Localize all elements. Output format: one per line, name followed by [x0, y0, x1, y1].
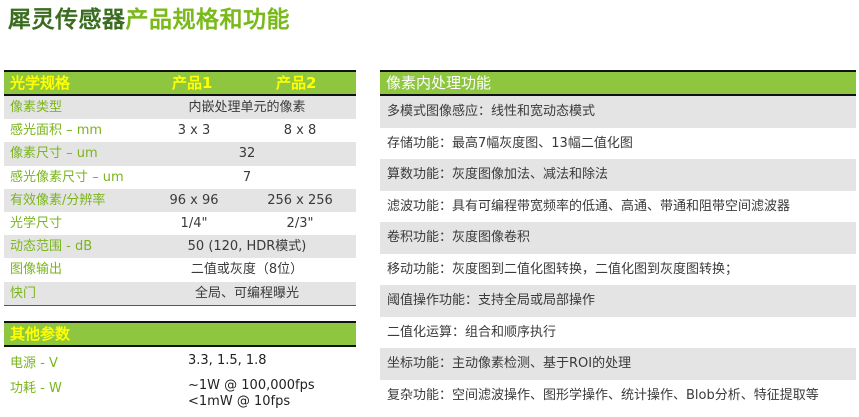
- spec-label: 动态范围 - dB: [10, 239, 93, 255]
- function-item: 存储功能：最高7幅灰度图、13幅二值化图: [387, 135, 633, 151]
- spec-row-photosensitive-size: 感光像素尺寸 – um 7: [4, 166, 356, 189]
- function-item: 二值化运算：组合和顺序执行: [387, 324, 557, 340]
- spec-label: 像素类型: [10, 100, 63, 115]
- function-item: 复杂功能：空间滤波操作、图形学操作、统计操作、Blob分析、特征提取等: [387, 387, 819, 403]
- spec-value-product2: 256 x 256: [267, 192, 333, 208]
- spec-value-product1: 3 x 3: [177, 123, 211, 139]
- spec-value-product1: 1/4": [180, 215, 208, 231]
- function-item: 阈值操作功能：支持全局或局部操作: [380, 285, 856, 317]
- spec-value-product2: 8 x 8: [283, 123, 317, 139]
- param-value: 3.3, 1.5, 1.8: [188, 353, 267, 368]
- spec-label: 有效像素/分辨率: [10, 192, 106, 208]
- spec-label: 感光面积 – mm: [10, 123, 103, 139]
- spec-row-pixel-type: 像素类型 内嵌处理单元的像素: [4, 96, 356, 120]
- function-item: 算数功能：灰度图像加法、减法和除法: [380, 159, 856, 191]
- param-value-line2: <1mW @ 10fps: [188, 394, 291, 409]
- spec-value-product1: 96 x 96: [169, 192, 219, 208]
- spec-row-sensing-area: 感光面积 – mm 3 x 3 8 x 8: [4, 119, 356, 142]
- function-item: 坐标功能：主动像素检测、基于ROI的处理: [380, 348, 856, 380]
- spec-label: 快门: [10, 285, 37, 301]
- function-item: 移动功能：灰度图到二值化图转换，二值化图到灰度图转换；: [387, 261, 739, 277]
- function-item: 卷积功能：灰度图像卷积: [380, 222, 856, 254]
- spec-value: 7: [242, 169, 252, 185]
- title-subject: 产品规格和功能: [125, 7, 290, 33]
- spec-value-product2: 2/3": [286, 215, 314, 231]
- product1-column-header: 产品1: [172, 74, 213, 92]
- spec-value: 全局、可编程曝光: [194, 285, 299, 301]
- processing-functions-header: 像素内处理功能: [380, 70, 856, 96]
- function-item: 滤波功能：具有可编程带宽频率的低通、高通、带通和阻带空间滤波器: [387, 198, 791, 214]
- function-item: 多模式图像感应：线性和宽动态模式: [380, 96, 856, 128]
- param-label: 功耗 - W: [10, 381, 62, 396]
- spec-label: 图像输出: [10, 262, 63, 278]
- spec-label: 感光像素尺寸 – um: [10, 169, 124, 185]
- processing-functions-panel: 像素内处理功能 多模式图像感应：线性和宽动态模式 存储功能：最高7幅灰度图、13…: [380, 70, 856, 411]
- spec-row-image-output: 图像输出 二值或灰度（8位）: [4, 258, 356, 281]
- optical-spec-header: 光学规格 产品1 产品2: [4, 70, 356, 96]
- spec-value: 二值或灰度（8位）: [190, 262, 304, 278]
- other-params-table: 其他参数 电源 - V 3.3, 1.5, 1.8 功耗 - W ~1W @ 1…: [4, 321, 356, 414]
- spec-row-resolution: 有效像素/分辨率 96 x 96 256 x 256: [4, 188, 356, 212]
- other-params-header: 其他参数: [4, 321, 356, 347]
- param-label: 电源 - V: [10, 356, 58, 371]
- spec-row-dynamic-range: 动态范围 - dB 50 (120, HDR模式): [4, 235, 356, 259]
- spec-row-shutter: 快门 全局、可编程曝光: [4, 281, 356, 305]
- spec-row-optical-format: 光学尺寸 1/4" 2/3": [4, 212, 356, 235]
- spec-label: 光学尺寸: [10, 215, 63, 231]
- param-row-consumption: 功耗 - W ~1W @ 100,000fps <1mW @ 10fps: [4, 374, 356, 414]
- spec-value: 内嵌处理单元的像素: [188, 100, 306, 115]
- param-row-power: 电源 - V 3.3, 1.5, 1.8: [4, 347, 356, 374]
- spec-label: 像素尺寸 – um: [10, 146, 98, 162]
- param-value-line1: ~1W @ 100,000fps: [188, 378, 315, 393]
- spec-value: 32: [238, 146, 256, 162]
- title-brand: 犀灵传感器: [8, 7, 126, 33]
- spec-value: 50 (120, HDR模式): [187, 239, 307, 255]
- optical-spec-title: 光学规格: [10, 74, 71, 92]
- product2-column-header: 产品2: [276, 74, 317, 92]
- spec-row-pixel-size: 像素尺寸 – um 32: [4, 142, 356, 166]
- optical-spec-table: 光学规格 产品1 产品2 像素类型 内嵌处理单元的像素 感光面积 – mm 3 …: [4, 70, 356, 306]
- page-title: 犀灵传感器产品规格和功能: [8, 3, 290, 37]
